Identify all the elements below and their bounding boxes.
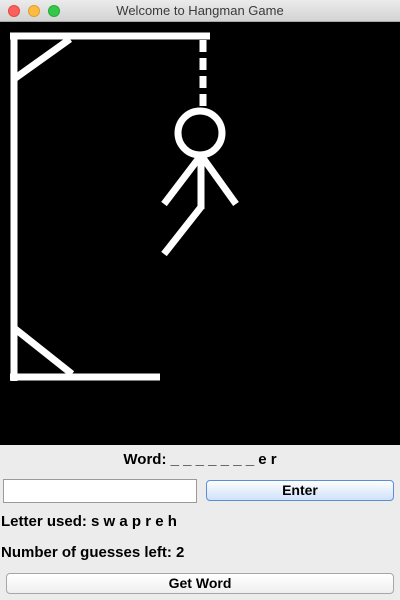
letters-used: Letter used: s w a p r e h — [1, 512, 177, 532]
hangman-right-arm — [200, 155, 239, 207]
guess-input[interactable] — [3, 479, 197, 503]
window-titlebar: Welcome to Hangman Game — [0, 0, 400, 22]
hangman-left-arm — [161, 155, 202, 207]
gallows-drawing — [10, 32, 239, 381]
gallows-top-brace — [11, 36, 73, 82]
letters-used-label: Letter used: — [1, 513, 87, 530]
window-title: Welcome to Hangman Game — [116, 3, 284, 18]
hangman-left-leg — [161, 204, 204, 257]
hangman-canvas — [0, 22, 400, 445]
guesses-left: Number of guesses left: 2 — [1, 543, 184, 563]
get-word-button[interactable]: Get Word — [6, 573, 394, 594]
word-display: Word: _ _ _ _ _ _ _ e r — [0, 449, 400, 471]
word-pattern: _ _ _ _ _ _ _ e r — [170, 451, 277, 468]
letters-used-value: s w a p r e h — [91, 513, 177, 530]
guesses-left-value: 2 — [176, 544, 185, 561]
word-label: Word: — [123, 451, 167, 468]
guesses-left-label: Number of guesses left: — [1, 544, 172, 561]
gallows-bottom-brace — [11, 325, 75, 377]
enter-button[interactable]: Enter — [206, 480, 394, 501]
hangman-head — [174, 107, 226, 159]
